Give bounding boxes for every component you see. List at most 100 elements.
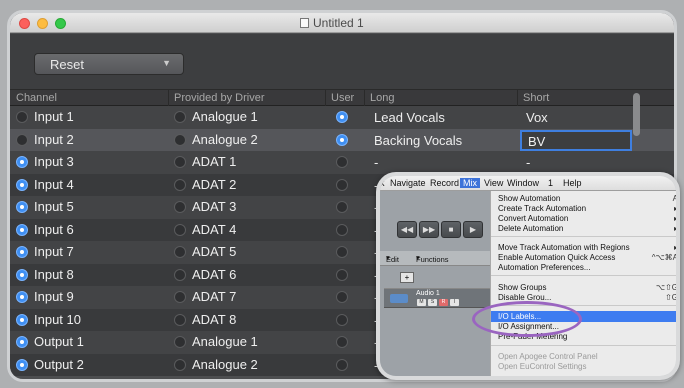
user-radio[interactable] [336, 246, 348, 258]
user-radio[interactable] [336, 156, 348, 168]
reset-button[interactable]: Reset ▼ [34, 53, 184, 75]
menu-help[interactable]: Help [563, 178, 582, 188]
header-user[interactable]: User [331, 92, 354, 104]
channel-radio[interactable] [16, 291, 28, 303]
driver-cell[interactable]: ADAT 3 [174, 199, 236, 214]
driver-radio[interactable] [174, 291, 186, 303]
vertical-scrollbar[interactable] [633, 93, 640, 136]
edit-menu[interactable]: Edit ▾ [386, 253, 399, 264]
user-radio[interactable] [336, 111, 348, 123]
user-cell[interactable] [336, 199, 354, 214]
short-name-cell[interactable]: - [526, 155, 530, 170]
short-name-cell[interactable]: Vox [526, 110, 548, 125]
input-monitor-button[interactable]: I [450, 299, 459, 306]
play-icon[interactable]: ▶ [463, 221, 483, 238]
user-cell[interactable] [336, 109, 354, 124]
user-cell[interactable] [336, 222, 354, 237]
driver-cell[interactable]: ADAT 2 [174, 177, 236, 192]
channel-cell[interactable]: Output 2 [16, 357, 84, 372]
menu-record[interactable]: Record [430, 178, 459, 188]
channel-cell[interactable]: Input 5 [16, 199, 74, 214]
driver-cell[interactable]: ADAT 5 [174, 244, 236, 259]
user-cell[interactable] [336, 177, 354, 192]
driver-radio[interactable] [174, 201, 186, 213]
driver-radio[interactable] [174, 156, 186, 168]
header-channel[interactable]: Channel [16, 92, 57, 104]
table-row[interactable]: Input 3 ADAT 1 - - [10, 151, 674, 174]
channel-radio[interactable] [16, 156, 28, 168]
driver-radio[interactable] [174, 111, 186, 123]
menu-1[interactable]: 1 [548, 178, 553, 188]
driver-cell[interactable]: Analogue 1 [174, 109, 258, 124]
user-radio[interactable] [336, 358, 348, 371]
stop-icon[interactable]: ■ [441, 221, 461, 238]
menu-window[interactable]: Window [507, 178, 539, 188]
menu-navigate[interactable]: Navigate [390, 178, 426, 188]
channel-cell[interactable]: Input 10 [16, 312, 81, 327]
channel-cell[interactable]: Input 7 [16, 244, 74, 259]
channel-radio[interactable] [16, 358, 28, 371]
record-button[interactable]: R [439, 299, 448, 306]
channel-radio[interactable] [16, 111, 28, 123]
track-header[interactable]: Audio 1 M S R I [384, 288, 490, 308]
user-radio[interactable] [336, 291, 348, 303]
driver-radio[interactable] [174, 358, 186, 371]
driver-radio[interactable] [174, 178, 186, 191]
user-cell[interactable] [336, 289, 354, 304]
channel-radio[interactable] [16, 201, 28, 213]
user-radio[interactable] [336, 313, 348, 326]
driver-cell[interactable]: Analogue 1 [174, 334, 258, 349]
channel-radio[interactable] [16, 268, 28, 281]
channel-radio[interactable] [16, 223, 28, 236]
driver-cell[interactable]: Analogue 2 [174, 132, 258, 147]
user-radio[interactable] [336, 178, 348, 191]
menu-item-delete-automation[interactable]: Delete Automation ▸ [491, 223, 676, 234]
channel-cell[interactable]: Input 1 [16, 109, 74, 124]
driver-cell[interactable]: ADAT 6 [174, 267, 236, 282]
long-name-cell[interactable]: Lead Vocals [374, 110, 445, 125]
driver-radio[interactable] [174, 246, 186, 258]
channel-radio[interactable] [16, 336, 28, 348]
user-cell[interactable] [336, 312, 354, 327]
user-cell[interactable] [336, 244, 354, 259]
zoom-window-button[interactable] [55, 18, 66, 29]
user-radio[interactable] [336, 133, 348, 146]
channel-radio[interactable] [16, 313, 28, 326]
minimize-window-button[interactable] [37, 18, 48, 29]
header-short[interactable]: Short [523, 92, 549, 104]
fast-forward-icon[interactable]: ▶▶ [419, 221, 439, 238]
driver-radio[interactable] [174, 336, 186, 348]
channel-radio[interactable] [16, 133, 28, 146]
channel-cell[interactable]: Input 8 [16, 267, 74, 282]
long-name-cell[interactable]: - [374, 155, 378, 170]
mute-button[interactable]: M [417, 299, 426, 306]
menu-mix[interactable]: Mix [460, 178, 480, 188]
user-cell[interactable] [336, 267, 354, 282]
channel-radio[interactable] [16, 178, 28, 191]
channel-cell[interactable]: Input 9 [16, 289, 74, 304]
channel-cell[interactable]: Input 2 [16, 132, 74, 147]
short-name-input[interactable]: BV [520, 129, 632, 151]
close-window-button[interactable] [19, 18, 30, 29]
driver-cell[interactable]: ADAT 1 [174, 154, 236, 169]
driver-cell[interactable]: ADAT 7 [174, 289, 236, 304]
channel-cell[interactable]: Output 1 [16, 334, 84, 349]
channel-radio[interactable] [16, 246, 28, 258]
solo-button[interactable]: S [428, 299, 437, 306]
user-radio[interactable] [336, 268, 348, 281]
user-radio[interactable] [336, 336, 348, 348]
channel-cell[interactable]: Input 4 [16, 177, 74, 192]
table-row[interactable]: Input 2 Analogue 2 Backing Vocals BV [10, 128, 674, 151]
table-row[interactable]: Input 1 Analogue 1 Lead Vocals Vox [10, 106, 674, 129]
driver-radio[interactable] [174, 313, 186, 326]
user-cell[interactable] [336, 132, 354, 147]
user-radio[interactable] [336, 223, 348, 236]
user-cell[interactable] [336, 334, 354, 349]
driver-radio[interactable] [174, 223, 186, 236]
driver-cell[interactable]: ADAT 4 [174, 222, 236, 237]
menu-item-automation-preferences[interactable]: Automation Preferences... [491, 262, 676, 273]
channel-cell[interactable]: Input 6 [16, 222, 74, 237]
driver-cell[interactable]: ADAT 8 [174, 312, 236, 327]
header-provided-by-driver[interactable]: Provided by Driver [174, 92, 264, 104]
menu-k[interactable]: k [380, 178, 385, 188]
